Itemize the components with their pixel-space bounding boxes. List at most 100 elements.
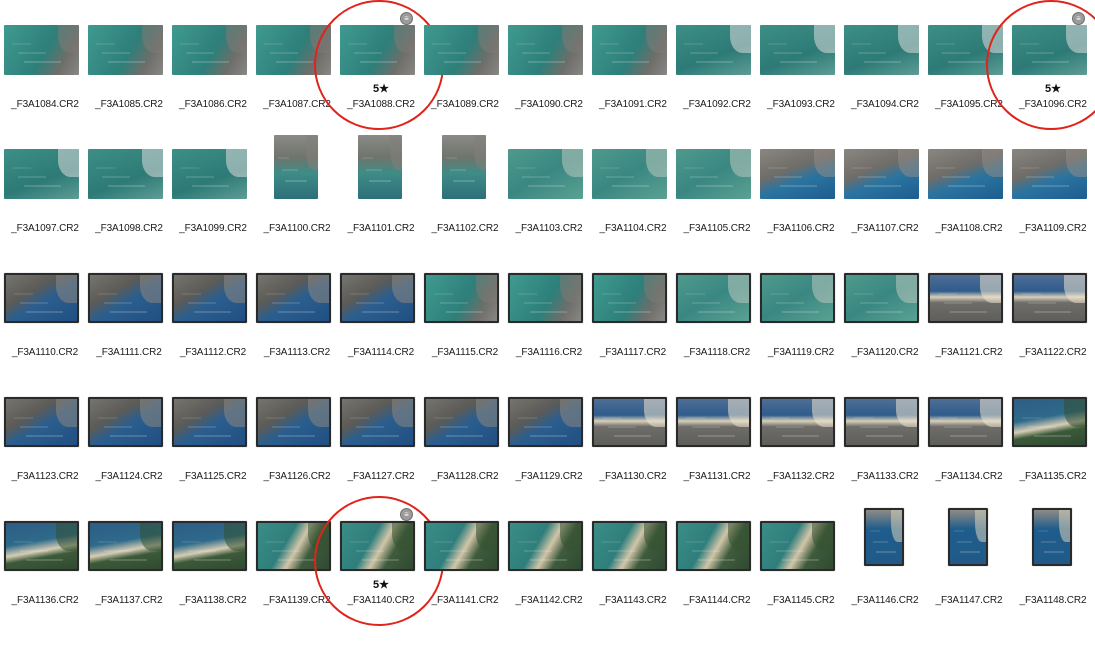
thumbnail-item[interactable]: _F3A1107.CR2 <box>843 149 927 273</box>
thumbnail-image[interactable] <box>88 25 163 75</box>
thumbnail-image[interactable] <box>928 273 1003 323</box>
thumbnail-item[interactable]: _F3A1111.CR2 <box>87 273 171 397</box>
thumbnail-item[interactable]: _F3A1134.CR2 <box>927 397 1011 521</box>
thumbnail-image[interactable] <box>508 397 583 447</box>
thumbnail-item[interactable]: _F3A1123.CR2 <box>3 397 87 521</box>
thumbnail-item[interactable]: ≡ 5★ _F3A1140.CR2 <box>339 508 423 645</box>
thumbnail-item[interactable]: _F3A1131.CR2 <box>675 397 759 521</box>
thumbnail-image[interactable] <box>424 273 499 323</box>
thumbnail-item[interactable]: _F3A1099.CR2 <box>171 149 255 273</box>
thumbnail-item[interactable]: _F3A1138.CR2 <box>171 521 255 645</box>
thumbnail-image[interactable] <box>508 521 583 571</box>
thumbnail-item[interactable]: _F3A1120.CR2 <box>843 273 927 397</box>
thumbnail-image[interactable] <box>928 25 1003 75</box>
thumbnail-image[interactable] <box>508 273 583 323</box>
thumbnail-item[interactable]: _F3A1144.CR2 <box>675 521 759 645</box>
thumbnail-item[interactable]: _F3A1092.CR2 <box>675 25 759 149</box>
thumbnail-image[interactable] <box>88 149 163 199</box>
thumbnail-image[interactable] <box>340 25 415 75</box>
thumbnail-image[interactable] <box>844 273 919 323</box>
thumbnail-item[interactable]: _F3A1141.CR2 <box>423 521 507 645</box>
thumbnail-item[interactable]: ≡ 5★ _F3A1096.CR2 <box>1011 12 1095 149</box>
thumbnail-item[interactable]: _F3A1130.CR2 <box>591 397 675 521</box>
thumbnail-item[interactable]: _F3A1109.CR2 <box>1011 149 1095 273</box>
thumbnail-item[interactable]: _F3A1124.CR2 <box>87 397 171 521</box>
thumbnail-item[interactable]: _F3A1091.CR2 <box>591 25 675 149</box>
thumbnail-item[interactable]: _F3A1116.CR2 <box>507 273 591 397</box>
thumbnail-image[interactable] <box>676 521 751 571</box>
thumbnail-image[interactable] <box>88 397 163 447</box>
thumbnail-image[interactable] <box>592 521 667 571</box>
thumbnail-image[interactable] <box>4 149 79 199</box>
thumbnail-item[interactable]: _F3A1108.CR2 <box>927 149 1011 273</box>
thumbnail-item[interactable]: _F3A1093.CR2 <box>759 25 843 149</box>
thumbnail-image[interactable] <box>256 25 331 75</box>
thumbnail-image[interactable] <box>1012 149 1087 199</box>
thumbnail-item[interactable]: _F3A1112.CR2 <box>171 273 255 397</box>
thumbnail-item[interactable]: _F3A1139.CR2 <box>255 521 339 645</box>
thumbnail-item[interactable]: _F3A1104.CR2 <box>591 149 675 273</box>
thumbnail-image[interactable] <box>172 273 247 323</box>
thumbnail-image[interactable] <box>864 508 904 566</box>
thumbnail-item[interactable]: _F3A1089.CR2 <box>423 25 507 149</box>
thumbnail-item[interactable]: _F3A1125.CR2 <box>171 397 255 521</box>
thumbnail-image[interactable] <box>948 508 988 566</box>
thumbnail-item[interactable]: _F3A1085.CR2 <box>87 25 171 149</box>
thumbnail-image[interactable] <box>424 397 499 447</box>
thumbnail-image[interactable] <box>88 273 163 323</box>
thumbnail-item[interactable]: _F3A1105.CR2 <box>675 149 759 273</box>
thumbnail-image[interactable] <box>676 273 751 323</box>
thumbnail-image[interactable] <box>508 149 583 199</box>
thumbnail-image[interactable] <box>172 521 247 571</box>
thumbnail-item[interactable]: _F3A1147.CR2 <box>927 508 1011 645</box>
thumbnail-item[interactable]: _F3A1103.CR2 <box>507 149 591 273</box>
thumbnail-item[interactable]: _F3A1102.CR2 <box>423 135 507 273</box>
thumbnail-image[interactable] <box>256 273 331 323</box>
thumbnail-item[interactable]: _F3A1137.CR2 <box>87 521 171 645</box>
thumbnail-item[interactable]: _F3A1115.CR2 <box>423 273 507 397</box>
thumbnail-image[interactable] <box>676 149 751 199</box>
thumbnail-item[interactable]: _F3A1114.CR2 <box>339 273 423 397</box>
thumbnail-image[interactable] <box>1012 273 1087 323</box>
thumbnail-item[interactable]: _F3A1110.CR2 <box>3 273 87 397</box>
thumbnail-item[interactable]: _F3A1094.CR2 <box>843 25 927 149</box>
thumbnail-image[interactable] <box>844 149 919 199</box>
thumbnail-item[interactable]: _F3A1135.CR2 <box>1011 397 1095 521</box>
thumbnail-image[interactable] <box>1032 508 1072 566</box>
thumbnail-image[interactable] <box>4 397 79 447</box>
thumbnail-image[interactable] <box>676 397 751 447</box>
thumbnail-image[interactable] <box>760 273 835 323</box>
thumbnail-item[interactable]: _F3A1136.CR2 <box>3 521 87 645</box>
thumbnail-item[interactable]: _F3A1128.CR2 <box>423 397 507 521</box>
thumbnail-image[interactable] <box>592 149 667 199</box>
thumbnail-image[interactable] <box>1012 397 1087 447</box>
thumbnail-image[interactable] <box>274 135 318 199</box>
thumbnail-image[interactable] <box>88 521 163 571</box>
thumbnail-image[interactable] <box>256 521 331 571</box>
thumbnail-image[interactable] <box>256 397 331 447</box>
thumbnail-image[interactable] <box>4 273 79 323</box>
thumbnail-item[interactable]: _F3A1098.CR2 <box>87 149 171 273</box>
thumbnail-image[interactable] <box>4 521 79 571</box>
thumbnail-item[interactable]: _F3A1126.CR2 <box>255 397 339 521</box>
thumbnail-image[interactable] <box>844 397 919 447</box>
thumbnail-item[interactable]: _F3A1142.CR2 <box>507 521 591 645</box>
thumbnail-image[interactable] <box>592 397 667 447</box>
thumbnail-item[interactable]: _F3A1132.CR2 <box>759 397 843 521</box>
thumbnail-image[interactable] <box>172 25 247 75</box>
thumbnail-item[interactable]: _F3A1146.CR2 <box>843 508 927 645</box>
thumbnail-item[interactable]: _F3A1143.CR2 <box>591 521 675 645</box>
thumbnail-item[interactable]: _F3A1113.CR2 <box>255 273 339 397</box>
thumbnail-item[interactable]: _F3A1084.CR2 <box>3 25 87 149</box>
thumbnail-image[interactable] <box>442 135 486 199</box>
thumbnail-item[interactable]: _F3A1087.CR2 <box>255 25 339 149</box>
thumbnail-image[interactable] <box>592 273 667 323</box>
thumbnail-item[interactable]: _F3A1117.CR2 <box>591 273 675 397</box>
thumbnail-item[interactable]: _F3A1127.CR2 <box>339 397 423 521</box>
thumbnail-image[interactable] <box>592 25 667 75</box>
thumbnail-image[interactable] <box>424 25 499 75</box>
thumbnail-image[interactable] <box>172 397 247 447</box>
thumbnail-item[interactable]: _F3A1090.CR2 <box>507 25 591 149</box>
thumbnail-item[interactable]: _F3A1095.CR2 <box>927 25 1011 149</box>
thumbnail-item[interactable]: _F3A1145.CR2 <box>759 521 843 645</box>
